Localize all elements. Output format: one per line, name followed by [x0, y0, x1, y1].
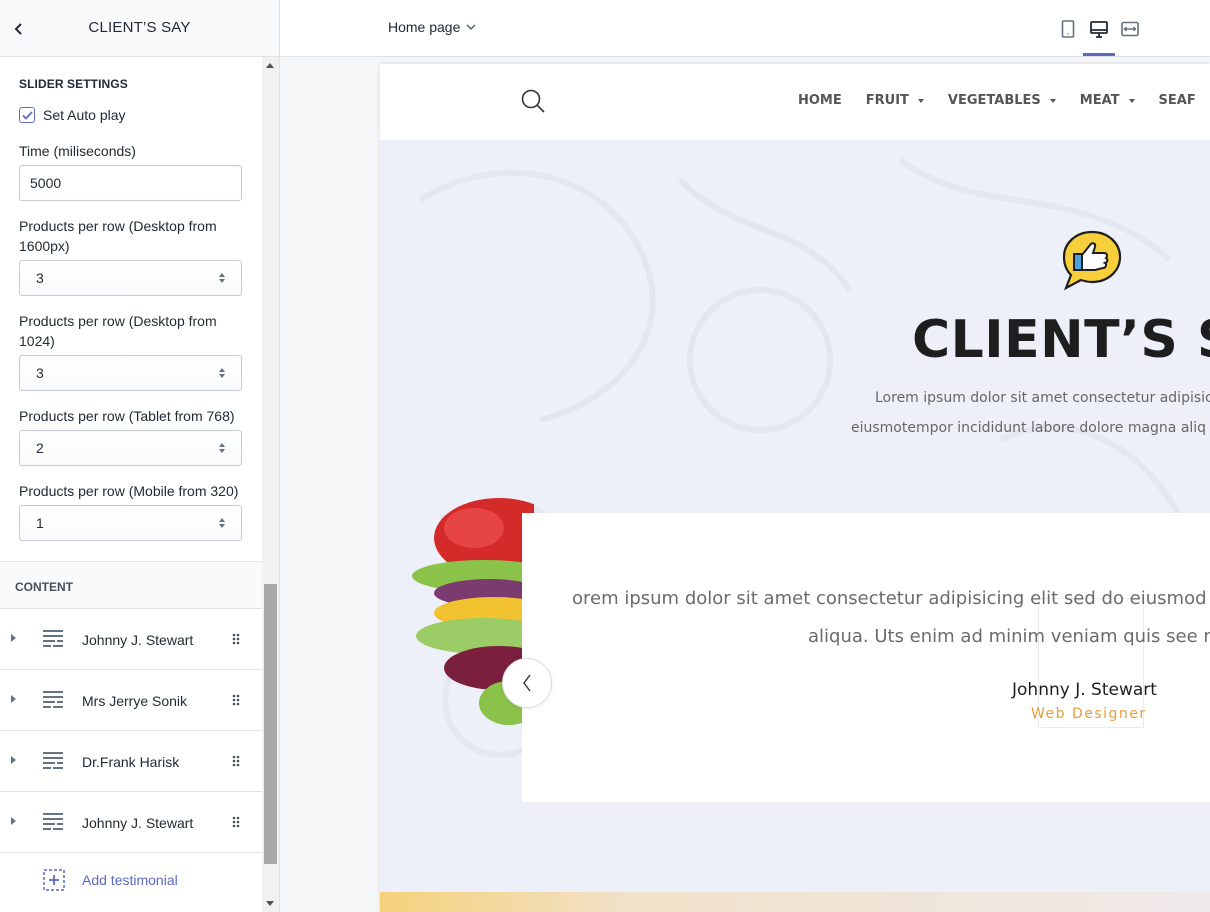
testimonial-block-label: Johnny J. Stewart	[82, 632, 194, 648]
drag-handle-icon[interactable]	[232, 633, 240, 645]
time-input[interactable]	[19, 165, 242, 201]
page-selector-label: Home page	[388, 19, 461, 35]
mobile-value: 1	[36, 515, 44, 531]
expand-caret-icon[interactable]	[11, 756, 16, 764]
tablet-label: Products per row (Tablet from 768)	[19, 408, 235, 424]
time-label: Time (miliseconds)	[19, 143, 136, 159]
text-lines-icon	[43, 752, 63, 769]
testimonial-author: Johnny J. Stewart	[1012, 680, 1157, 700]
site-header: HOME FRUIT VEGETABLES MEAT SEAF	[380, 64, 1210, 140]
testimonials-section: CLIENT’S SA Lorem ipsum dolor sit amet c…	[380, 140, 1210, 892]
chevron-down-icon	[466, 23, 476, 30]
tablet-select[interactable]: 2	[19, 430, 242, 466]
expand-caret-icon[interactable]	[11, 817, 16, 825]
text-lines-icon	[43, 813, 63, 830]
desktop1600-select[interactable]: 3	[19, 260, 242, 296]
tablet-value: 2	[36, 440, 44, 456]
desktop-view-button[interactable]	[1086, 16, 1112, 42]
text-lines-icon	[43, 691, 63, 708]
nav-meat[interactable]: MEAT	[1080, 93, 1135, 108]
drag-handle-icon[interactable]	[232, 694, 240, 706]
desktop1024-label: Products per row (Desktop from 1024)	[19, 313, 217, 349]
add-testimonial-button[interactable]: Add testimonial	[0, 852, 262, 908]
next-section-banner	[380, 892, 1210, 912]
storefront-preview-frame: HOME FRUIT VEGETABLES MEAT SEAF CLIENT’S…	[380, 64, 1210, 912]
nav-home[interactable]: HOME	[798, 93, 842, 108]
search-icon[interactable]	[520, 88, 546, 114]
editor-topbar: Home page	[280, 0, 1210, 57]
section-subtitle-line-1: Lorem ipsum dolor sit amet consectetur a…	[875, 390, 1210, 406]
testimonial-block-item[interactable]: Mrs Jerrye Sonik	[0, 670, 262, 731]
add-block-icon	[43, 869, 65, 891]
sidebar-header: CLIENT’S SAY	[0, 0, 279, 57]
theme-editor-sidebar: CLIENT’S SAY SLIDER SETTINGS Set Auto pl…	[0, 0, 280, 912]
section-title: CLIENT’S SA	[912, 310, 1210, 370]
autoplay-checkbox-row[interactable]: Set Auto play	[19, 107, 126, 123]
fullscreen-icon	[1121, 21, 1139, 37]
nav-vegetables[interactable]: VEGETABLES	[948, 93, 1056, 108]
desktop1024-select[interactable]: 3	[19, 355, 242, 391]
slider-settings-heading: SLIDER SETTINGS	[19, 77, 128, 91]
scrollbar-thumb[interactable]	[264, 584, 277, 864]
main-navigation: HOME FRUIT VEGETABLES MEAT SEAF	[798, 93, 1210, 108]
nav-fruit[interactable]: FRUIT	[866, 93, 924, 108]
page-selector[interactable]: Home page	[388, 19, 476, 35]
expand-caret-icon[interactable]	[11, 634, 16, 642]
testimonial-block-item[interactable]: Johnny J. Stewart	[0, 609, 262, 670]
testimonial-quote-line-2: aliqua. Uts enim ad minim veniam quis se…	[808, 626, 1210, 647]
desktop1600-label: Products per row (Desktop from 1600px)	[19, 218, 217, 254]
testimonial-block-item[interactable]: Johnny J. Stewart	[0, 792, 262, 853]
testimonial-quote-line-1: orem ipsum dolor sit amet consectetur ad…	[572, 588, 1210, 609]
mobile-label: Products per row (Mobile from 320)	[19, 483, 239, 499]
select-arrows-icon	[219, 368, 225, 378]
thumbs-up-chat-icon	[1062, 230, 1122, 291]
nav-seafood[interactable]: SEAF	[1159, 93, 1196, 108]
drag-handle-icon[interactable]	[232, 816, 240, 828]
add-testimonial-label: Add testimonial	[82, 872, 178, 888]
text-lines-icon	[43, 630, 63, 647]
desktop1024-value: 3	[36, 365, 44, 381]
desktop1600-value: 3	[36, 270, 44, 286]
testimonial-role: Web Designer	[1031, 706, 1147, 722]
testimonial-block-label: Dr.Frank Harisk	[82, 754, 180, 770]
scroll-up-arrow-icon[interactable]	[266, 63, 274, 68]
nav-seafood-label: SEAF	[1158, 93, 1196, 108]
testimonial-card: orem ipsum dolor sit amet consectetur ad…	[522, 513, 1210, 802]
mobile-view-button[interactable]	[1055, 16, 1081, 42]
section-subtitle-line-2: eiusmotempor incididunt labore dolore ma…	[851, 420, 1207, 436]
expand-caret-icon[interactable]	[11, 695, 16, 703]
fullwidth-view-button[interactable]	[1117, 16, 1143, 42]
nav-fruit-label: FRUIT	[865, 93, 909, 108]
sidebar-scrollbar[interactable]	[262, 57, 279, 912]
mobile-icon	[1061, 20, 1075, 38]
desktop-icon	[1090, 20, 1108, 38]
nav-meat-label: MEAT	[1079, 93, 1120, 108]
select-arrows-icon	[219, 273, 225, 283]
sidebar-scroll-area: SLIDER SETTINGS Set Auto play Time (mili…	[0, 57, 262, 912]
dropdown-caret-icon	[1049, 98, 1056, 103]
testimonial-block-label: Mrs Jerrye Sonik	[82, 693, 188, 709]
select-arrows-icon	[219, 518, 225, 528]
select-arrows-icon	[219, 443, 225, 453]
testimonial-block-item[interactable]: Dr.Frank Harisk	[0, 731, 262, 792]
autoplay-checkbox[interactable]	[19, 107, 35, 123]
dropdown-caret-icon	[917, 98, 924, 103]
slider-prev-button[interactable]	[502, 658, 552, 708]
sidebar-title: CLIENT’S SAY	[88, 19, 191, 36]
nav-vegetables-label: VEGETABLES	[947, 93, 1041, 108]
nav-home-label: HOME	[798, 93, 842, 108]
autoplay-label: Set Auto play	[43, 107, 126, 123]
testimonial-block-label: Johnny J. Stewart	[82, 815, 194, 831]
drag-handle-icon[interactable]	[232, 755, 240, 767]
content-section-header: CONTENT	[0, 561, 262, 609]
chevron-left-icon	[523, 674, 531, 692]
content-heading: CONTENT	[15, 580, 73, 594]
scroll-down-arrow-icon[interactable]	[266, 901, 274, 906]
active-view-indicator	[1083, 53, 1115, 56]
mobile-select[interactable]: 1	[19, 505, 242, 541]
dropdown-caret-icon	[1128, 98, 1135, 103]
checkmark-icon	[21, 110, 33, 120]
